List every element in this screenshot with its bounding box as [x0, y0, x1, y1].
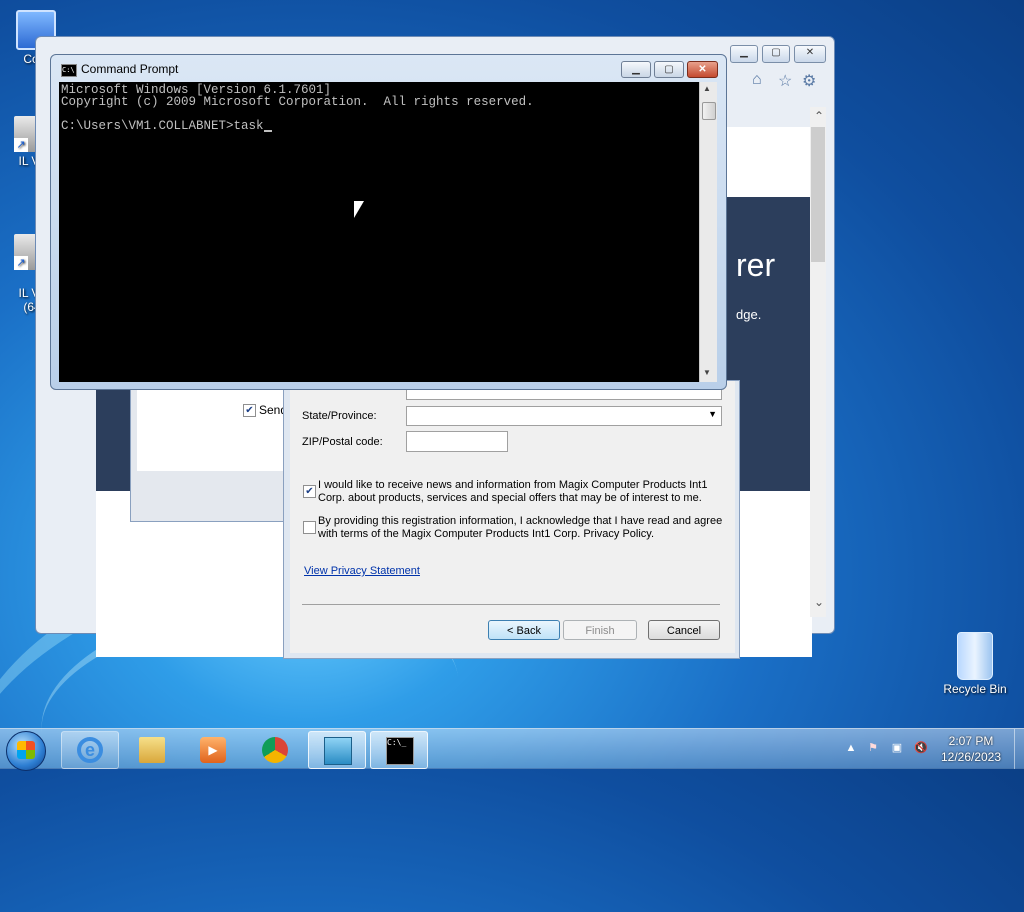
privacy-checkbox[interactable] [303, 521, 316, 534]
zip-label: ZIP/Postal code: [302, 436, 383, 448]
taskbar-explorer[interactable] [123, 731, 181, 769]
tray-expand-icon[interactable]: ▲ [844, 741, 858, 755]
recycle-bin-icon [957, 632, 993, 680]
news-text: I would like to receive news and informa… [318, 479, 708, 504]
cmd-icon: C:\_ [386, 737, 414, 765]
minimize-button[interactable]: ▁ [621, 61, 651, 78]
taskbar-command-prompt[interactable]: C:\_ [370, 731, 428, 769]
volume-icon[interactable]: 🔇 [914, 741, 928, 755]
finish-button[interactable]: Finish [563, 620, 637, 640]
taskbar-chrome[interactable] [246, 731, 304, 769]
state-select[interactable]: ▼ [406, 406, 722, 426]
minimize-button[interactable]: ▁ [730, 45, 758, 63]
vertical-scrollbar[interactable]: ▲ ▼ [699, 82, 717, 382]
cmd-icon: C:\ [61, 64, 77, 77]
scrollbar-thumb[interactable] [811, 127, 825, 262]
scroll-down-icon[interactable]: ▼ [703, 368, 711, 377]
start-button[interactable] [6, 731, 46, 771]
divider [302, 604, 720, 605]
news-checkbox[interactable]: ✔ [303, 485, 316, 498]
console-prompt: C:\Users\VM1.COLLABNET>task [61, 119, 264, 133]
taskbar-media-player[interactable]: ▶ [184, 731, 242, 769]
console-output[interactable]: Microsoft Windows [Version 6.1.7601] Cop… [59, 82, 699, 382]
console-line: Copyright (c) 2009 Microsoft Corporation… [61, 95, 534, 109]
chrome-icon [262, 737, 288, 763]
scroll-up-icon[interactable]: ▲ [703, 84, 711, 93]
network-icon[interactable]: ▣ [890, 741, 904, 755]
cancel-button[interactable]: Cancel [648, 620, 720, 640]
banner-text: dge. [736, 307, 762, 322]
home-icon[interactable]: ⌂ [752, 71, 762, 89]
taskbar: e ▶ C:\_ ▲ ⚑ ▣ 🔇 2:07 PM 12/26/2023 [0, 728, 1024, 771]
scroll-down-icon[interactable]: ⌄ [814, 595, 824, 609]
scroll-up-icon[interactable]: ⌃ [814, 109, 824, 123]
show-desktop-button[interactable] [1014, 729, 1024, 769]
chevron-down-icon: ▼ [708, 409, 717, 419]
banner-heading: rer [736, 247, 776, 283]
desktop-icon-label: Recycle Bin [943, 682, 1007, 696]
privacy-link[interactable]: View Privacy Statement [304, 565, 420, 577]
windows-logo-icon [17, 741, 35, 759]
clock[interactable]: 2:07 PM 12/26/2023 [930, 733, 1012, 765]
action-center-icon[interactable]: ⚑ [866, 741, 880, 755]
taskbar-setup[interactable] [308, 731, 366, 769]
mouse-pointer-icon [354, 201, 364, 218]
gear-icon[interactable]: ⚙ [802, 71, 816, 91]
registration-dialog[interactable]: State/Province: ▼ ZIP/Postal code: ✔ I w… [283, 380, 740, 659]
folder-icon [139, 737, 165, 763]
favorites-icon[interactable]: ☆ [778, 71, 792, 91]
zip-input[interactable] [406, 431, 508, 452]
close-button[interactable]: ✕ [794, 45, 826, 63]
back-button[interactable]: < Back [488, 620, 560, 640]
window-title: Command Prompt [81, 62, 179, 76]
command-prompt-window[interactable]: C:\ Command Prompt ▁ ▢ ✕ Microsoft Windo… [50, 54, 727, 390]
taskbar-internet-explorer[interactable]: e [61, 731, 119, 769]
close-button[interactable]: ✕ [687, 61, 718, 78]
state-label: State/Province: [302, 410, 377, 422]
maximize-button[interactable]: ▢ [762, 45, 790, 63]
send-checkbox[interactable]: ✔ [243, 404, 256, 417]
maximize-button[interactable]: ▢ [654, 61, 684, 78]
clock-date: 12/26/2023 [940, 750, 1002, 764]
text-cursor [263, 120, 272, 132]
scrollbar-thumb[interactable] [702, 102, 716, 120]
media-player-icon: ▶ [200, 737, 226, 763]
internet-explorer-icon: e [77, 737, 103, 763]
setup-window-icon [324, 737, 352, 765]
desktop-icon-recycle-bin[interactable]: Recycle Bin [940, 632, 1010, 696]
clock-time: 2:07 PM [948, 734, 994, 748]
privacy-ack-text: By providing this registration informati… [318, 515, 723, 540]
